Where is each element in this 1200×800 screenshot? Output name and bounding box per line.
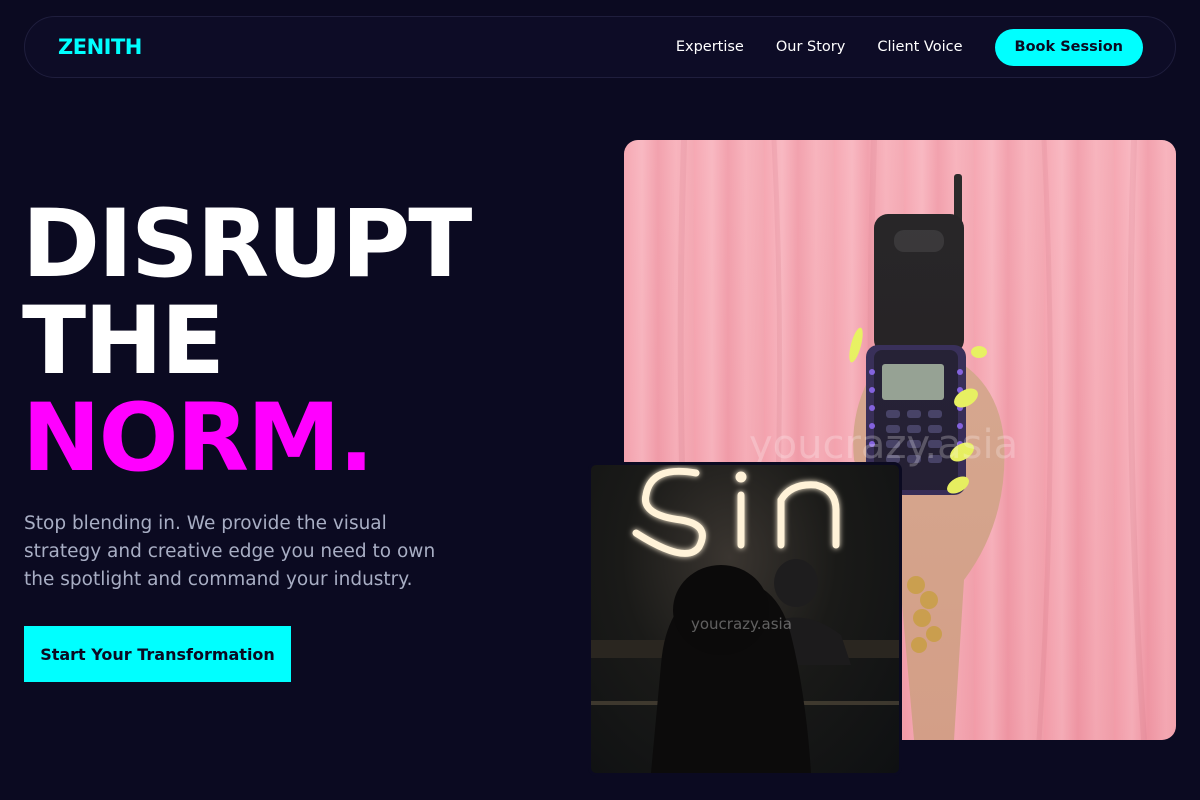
headline-line-2: THE (22, 287, 225, 396)
book-session-button[interactable]: Book Session (994, 28, 1143, 66)
hero-photo-neon: youcrazy.asia (588, 462, 902, 776)
headline-accent-word: NORM (22, 384, 341, 493)
brand-logo[interactable]: ZENITH (58, 35, 142, 59)
headline-dot: . (338, 384, 375, 493)
small-photo-watermark: youcrazy.asia (691, 615, 792, 633)
headline-line-3: NORM. (22, 390, 470, 487)
nav-link-expertise[interactable]: Expertise (676, 39, 744, 55)
headline-line-1: DISRUPT (22, 190, 472, 299)
nav-link-our-story[interactable]: Our Story (776, 39, 845, 55)
hero-subtext: Stop blending in. We provide the visual … (24, 513, 436, 590)
top-navigation-bar: ZENITH Expertise Our Story Client Voice … (24, 16, 1176, 78)
hero-headline: DISRUPT THE NORM. (22, 190, 472, 487)
nav-links: Expertise Our Story Client Voice Book Se… (676, 17, 1143, 77)
start-transformation-button[interactable]: Start Your Transformation (24, 626, 291, 682)
nav-link-client-voice[interactable]: Client Voice (877, 39, 962, 55)
